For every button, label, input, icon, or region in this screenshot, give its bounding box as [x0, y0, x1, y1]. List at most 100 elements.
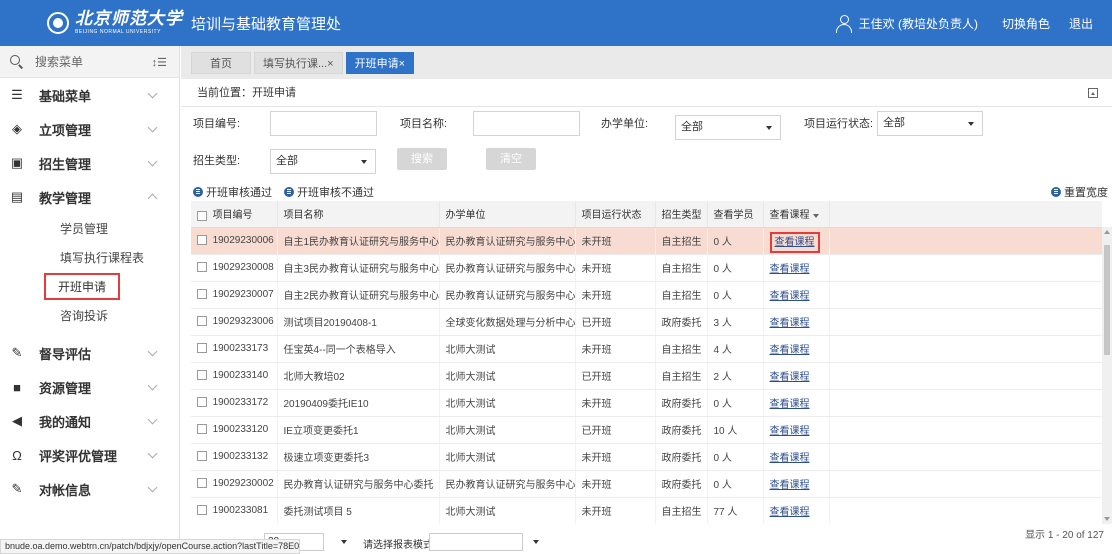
menu-group-basic[interactable]: ☰ 基础菜单 [0, 78, 179, 112]
menu-group-reconciliation[interactable]: ✎ 对帐信息 [0, 472, 179, 506]
row-checkbox[interactable] [197, 478, 207, 489]
run-status-select[interactable]: 全部 [877, 111, 983, 136]
row-checkbox[interactable] [197, 370, 207, 381]
chevron-down-icon [361, 160, 367, 164]
menu-group-resources[interactable]: ■ 资源管理 [0, 370, 179, 404]
reject-open-class-button[interactable]: 开班审核不通过 [284, 184, 374, 200]
column-header-run-status[interactable]: 项目运行状态 [575, 201, 656, 228]
column-header-school-unit[interactable]: 办学单位 [439, 201, 576, 228]
view-course-link[interactable]: 查看课程 [770, 453, 810, 464]
chevron-down-icon[interactable] [533, 540, 539, 544]
table-row[interactable]: 19029230006 自主1民办教育认证研究与服务中心 民办教育认证研究与服务中心… [191, 227, 1102, 255]
table-row[interactable]: 1900233172 20190409委托IE10 北师大测试 未开班 政府委托 0 人 查… [191, 389, 1102, 417]
cell-view-students: 0 人 [707, 470, 764, 498]
university-logo: 北京师范大学 BEIJING NORMAL UNIVERSITY [47, 11, 183, 35]
row-checkbox[interactable] [197, 316, 207, 327]
scroll-thumb[interactable] [1104, 245, 1110, 355]
row-checkbox[interactable] [197, 505, 207, 516]
sort-icon[interactable]: ↕☰ [152, 56, 167, 69]
project-name-input[interactable] [473, 111, 580, 136]
column-header-enroll-type[interactable]: 招生类型 [655, 201, 708, 228]
chevron-down-icon[interactable] [341, 540, 347, 544]
view-course-link[interactable]: 查看课程 [770, 291, 810, 302]
row-checkbox[interactable] [197, 235, 207, 246]
project-no-label: 项目编号: [193, 118, 241, 130]
row-checkbox[interactable] [197, 343, 207, 354]
cell-text: 任宝英4--同一个表格导入 [283, 345, 396, 356]
menu-search[interactable]: 搜索菜单 ↕☰ [0, 46, 179, 78]
cell-text: 19029230008 [212, 262, 274, 273]
view-course-link[interactable]: 查看课程 [770, 507, 810, 518]
view-course-link[interactable]: 查看课程 [770, 480, 810, 491]
cell-text: 已开班 [581, 426, 612, 437]
menu-group-awards[interactable]: Ω 评奖评优管理 [0, 438, 179, 472]
select-all-checkbox[interactable] [197, 210, 207, 221]
reset-width-label: 重置宽度 [1064, 187, 1108, 199]
sidebar-item-complaints[interactable]: 咨询投诉 [0, 301, 179, 330]
scroll-down-icon[interactable] [1104, 517, 1110, 521]
table-row[interactable]: 19029230008 自主3民办教育认证研究与服务中心 民办教育认证研究与服务中心… [191, 254, 1102, 282]
row-checkbox[interactable] [197, 289, 207, 300]
menu-group-teaching[interactable]: ▤ 教学管理 [0, 180, 179, 214]
enroll-type-select[interactable]: 全部 [270, 149, 376, 174]
sidebar-item-students[interactable]: 学员管理 [0, 214, 179, 243]
view-course-link[interactable]: 查看课程 [769, 232, 820, 253]
menu-group-enrollment[interactable]: ▣ 招生管理 [0, 146, 179, 180]
project-no-input[interactable] [270, 111, 377, 136]
tab-home[interactable]: 首页 [191, 51, 251, 74]
sidebar-item-schedule[interactable]: 填写执行课程表 [0, 243, 179, 272]
row-checkbox[interactable] [197, 424, 207, 435]
table-row[interactable]: 19029323006 测试项目20190408-1 全球变化数据处理与分析中心 已开… [191, 308, 1102, 336]
table-scrollbar[interactable] [1102, 227, 1112, 524]
scroll-up-icon[interactable] [1104, 230, 1110, 234]
cell-text: 北师大测试 [445, 372, 496, 383]
cell-school-unit: 北师大测试 [439, 497, 576, 524]
row-checkbox[interactable] [197, 262, 207, 273]
sort-icon[interactable] [812, 213, 819, 218]
table-row[interactable]: 1900233140 北师大教培02 北师大测试 已开班 自主招生 2 人 查看课程 [191, 362, 1102, 390]
logout-link[interactable]: 退出 [1069, 15, 1093, 32]
menu-group-project[interactable]: ◈ 立项管理 [0, 112, 179, 146]
view-course-link[interactable]: 查看课程 [770, 345, 810, 356]
table-row[interactable]: 19029230007 自主2民办教育认证研究与服务中心 民办教育认证研究与服务中心… [191, 281, 1102, 309]
clear-button[interactable]: 清空 [486, 148, 536, 170]
table-row[interactable]: 1900233132 极速立项变更委托3 北师大测试 未开班 政府委托 0 人 查看课程 [191, 443, 1102, 471]
view-course-link[interactable]: 查看课程 [770, 318, 810, 329]
action-toolbar: 开班审核通过 开班审核不通过 重置宽度 [181, 183, 1112, 202]
school-unit-select[interactable]: 全部 [675, 115, 781, 140]
view-course-link[interactable]: 查看课程 [770, 372, 810, 383]
table-row[interactable]: 1900233081 委托测试项目 5 北师大测试 未开班 自主招生 77 人 查看课程 [191, 497, 1102, 524]
sidebar-item-open-class[interactable]: 开班申请 [0, 272, 179, 301]
menu-group-notifications[interactable]: ◀ 我的通知 [0, 404, 179, 438]
layers-icon: ◈ [12, 121, 22, 136]
report-format-select[interactable] [429, 533, 523, 551]
column-header-project-name[interactable]: 项目名称 [277, 201, 440, 228]
cell-text: 民办教育认证研究与服务中心 [445, 237, 575, 248]
sub-item-label: 学员管理 [60, 222, 109, 236]
table-row[interactable]: 19029230002 民办教育认证研究与服务中心委托 民办教育认证研究与服务中心未… [191, 470, 1102, 498]
view-course-link[interactable]: 查看课程 [770, 426, 810, 437]
view-course-link[interactable]: 查看课程 [770, 399, 810, 410]
table-row[interactable]: 1900233173 任宝英4--同一个表格导入 北师大测试 未开班 自主招生 4 人 查看… [191, 335, 1102, 363]
cell-text: 政府委托 [661, 318, 702, 329]
collapse-toggle-icon[interactable] [1088, 88, 1098, 98]
approve-open-class-button[interactable]: 开班审核通过 [193, 184, 272, 200]
menu-search-label: 搜索菜单 [35, 55, 84, 69]
column-header-view-students[interactable]: 查看学员 [707, 201, 764, 228]
row-checkbox[interactable] [197, 397, 207, 408]
cell-project-name: 测试项目20190408-1 [277, 308, 440, 336]
tab-open-class[interactable]: 开班申请× [345, 51, 415, 74]
cell-enroll-type: 自主招生 [655, 254, 708, 282]
row-checkbox[interactable] [197, 451, 207, 462]
switch-role-link[interactable]: 切换角色 [1002, 15, 1050, 32]
logo-chinese: 北京师范大学 [75, 9, 183, 29]
tab-schedule[interactable]: 填写执行课...× [254, 51, 343, 74]
menu-group-supervision[interactable]: ✎ 督导评估 [0, 336, 179, 370]
column-header-project-no[interactable]: 项目编号 [191, 201, 278, 228]
view-course-link[interactable]: 查看课程 [770, 264, 810, 275]
search-button[interactable]: 搜索 [397, 148, 447, 170]
cell-project-name: 极速立项变更委托3 [277, 443, 440, 471]
column-header-view-course[interactable]: 查看课程 [763, 201, 830, 228]
reset-width-button[interactable]: 重置宽度 [1051, 184, 1108, 200]
table-row[interactable]: 1900233120 IE立项变更委托1 北师大测试 已开班 政府委托 10 人 查看课程 [191, 416, 1102, 444]
